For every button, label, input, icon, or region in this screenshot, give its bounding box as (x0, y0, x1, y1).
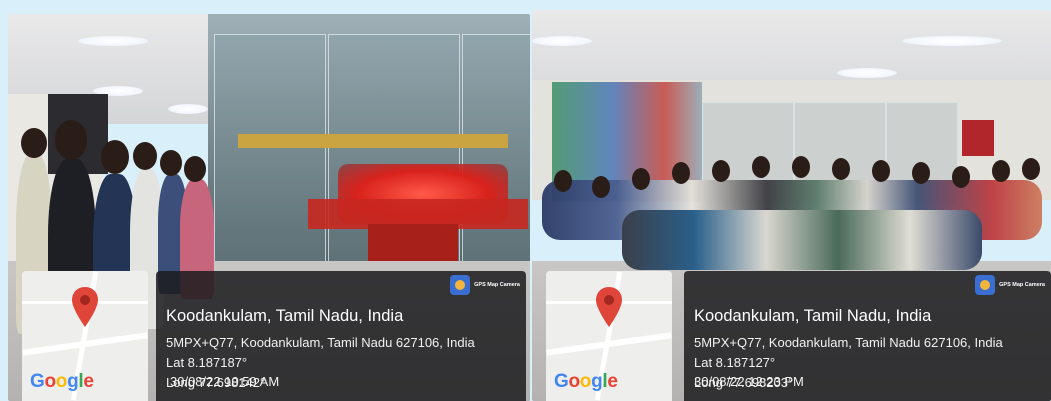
student-head (101, 140, 129, 174)
student-head (55, 120, 87, 160)
student-head (21, 128, 47, 158)
student-head (992, 160, 1010, 182)
student-head (712, 160, 730, 182)
ceiling-light (837, 68, 897, 78)
ceiling-light (902, 36, 1002, 46)
map-pin-icon (72, 287, 98, 327)
student-head (672, 162, 690, 184)
ceiling-light (532, 36, 592, 46)
gps-camera-icon (450, 275, 471, 295)
datetime-text: 30/08/22 10:59 AM (170, 374, 280, 389)
student-head (832, 158, 850, 180)
latitude-text: Lat 8.187187° (166, 355, 248, 370)
gps-badge-label: GPS Map Camera (474, 282, 520, 288)
address-text: 5MPX+Q77, Koodankulam, Tamil Nadu 627106… (166, 335, 475, 350)
latitude-text: Lat 8.187127° (694, 355, 776, 370)
student-head (752, 156, 770, 178)
student-head (952, 166, 970, 188)
gps-map-camera-badge: GPS Map Camera (450, 275, 520, 295)
student-head (912, 162, 930, 184)
datetime-text: 30/08/22 12:23 PM (694, 374, 804, 389)
google-logo: Google (554, 371, 618, 392)
address-text: 5MPX+Q77, Koodankulam, Tamil Nadu 627106… (694, 335, 1003, 350)
photo-left: Google GPS Map Camera Koodankulam, Tamil… (8, 14, 530, 401)
student-head (184, 156, 206, 182)
google-logo: Google (30, 371, 94, 392)
gps-map-camera-badge: GPS Map Camera (975, 275, 1045, 295)
map-pin-icon (596, 287, 622, 327)
student-head (160, 150, 182, 176)
student-head (632, 168, 650, 190)
ceiling-light (78, 36, 148, 46)
student-head (592, 176, 610, 198)
yellow-beam (238, 134, 508, 148)
glass-panel (214, 34, 326, 296)
place-title: Koodankulam, Tamil Nadu, India (694, 307, 932, 325)
map-thumbnail: Google (546, 271, 672, 401)
student-head (792, 156, 810, 178)
group-seated-row (622, 210, 982, 270)
gps-badge-label: GPS Map Camera (999, 282, 1045, 288)
gps-camera-icon (975, 275, 996, 295)
photo-right: Google GPS Map Camera Koodankulam, Tamil… (532, 10, 1051, 401)
map-thumbnail: Google (22, 271, 148, 401)
student-head (872, 160, 890, 182)
place-title: Koodankulam, Tamil Nadu, India (166, 307, 404, 325)
wall-poster (962, 120, 994, 156)
student-head (1022, 158, 1040, 180)
student-head (133, 142, 157, 170)
student-head (554, 170, 572, 192)
ceiling-light (168, 104, 208, 114)
